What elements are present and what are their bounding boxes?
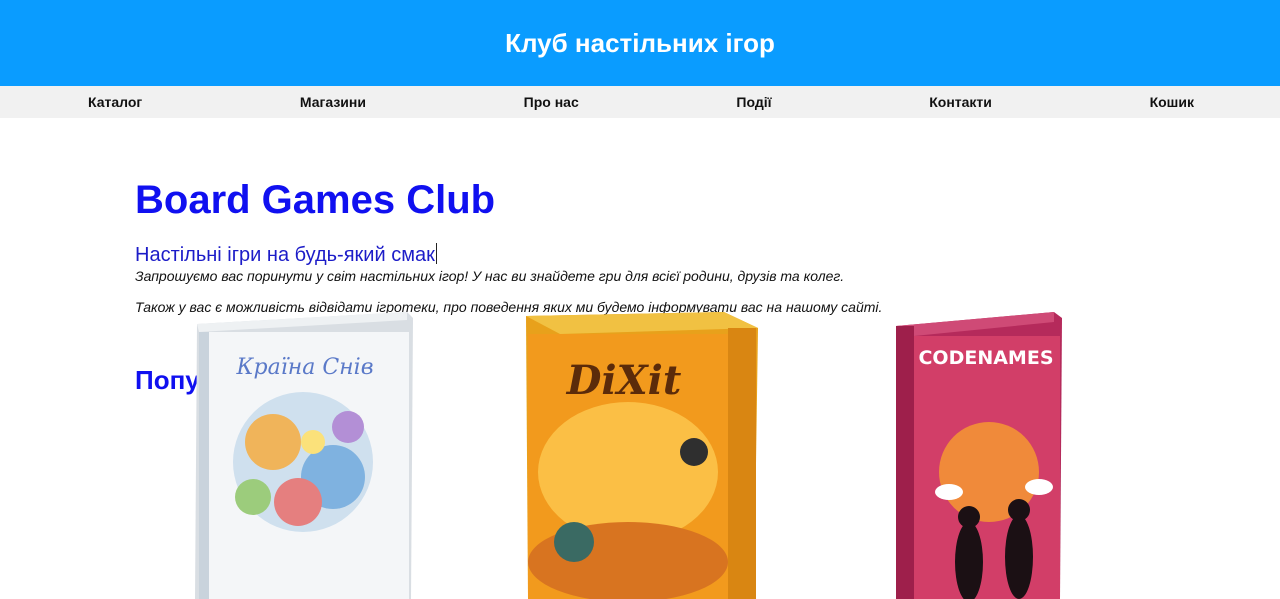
game-box-image: Країна Снів [195,312,413,599]
nav-item-about[interactable]: Про нас [524,94,579,110]
game-box-image: CODENAMES [896,312,1062,599]
game-card-codenames[interactable]: CODENAMES [894,312,1064,599]
text-cursor [435,243,437,264]
nav-item-stores[interactable]: Магазини [300,94,366,110]
box-title-text: Країна Снів [235,355,373,380]
main-nav: Каталог Магазини Про нас Події Контакти … [0,86,1280,118]
box-title-text: DiXit [566,357,682,404]
nav-item-events[interactable]: Події [736,94,771,110]
site-title: Клуб настільних ігор [505,27,775,58]
nav-item-contacts[interactable]: Контакти [929,94,992,110]
page-subtitle: Настільні ігри на будь-який смак [135,243,437,267]
site-header: Клуб настільних ігор [0,0,1280,86]
game-card-dreamland[interactable]: Країна Снів [193,312,415,599]
nav-item-catalog[interactable]: Каталог [88,94,142,110]
game-box-image: DiXit [526,312,758,599]
subtitle-text: Настільні ігри на будь-який смак [135,244,435,266]
box-title-text: CODENAMES [918,347,1053,369]
page-title: Board Games Club [135,178,496,222]
intro-paragraph: Запрошуємо вас поринути у світ настільни… [135,268,845,284]
game-card-dixit[interactable]: DiXit [524,312,760,599]
nav-item-cart[interactable]: Кошик [1150,94,1194,110]
